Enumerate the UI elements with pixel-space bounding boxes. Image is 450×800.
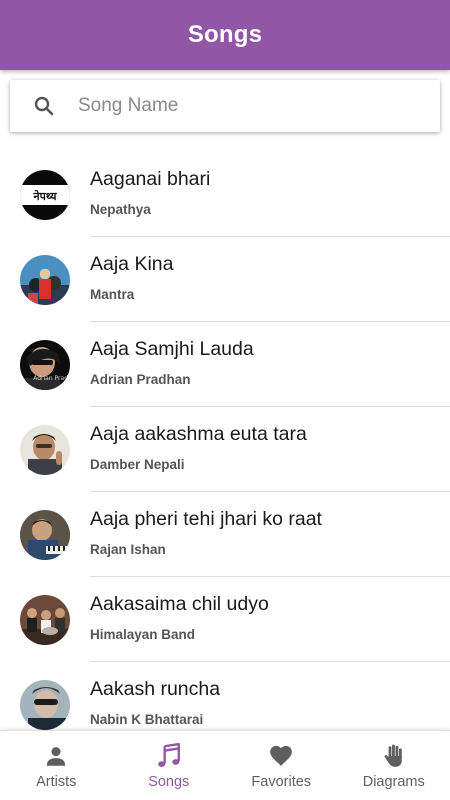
avatar: नेपथ्य xyxy=(20,170,70,220)
nav-label: Favorites xyxy=(251,774,312,790)
avatar-logo-text: नेपथ्य xyxy=(33,189,58,203)
nav-label: Songs xyxy=(148,774,190,790)
nav-label: Diagrams xyxy=(362,774,425,790)
bottom-navigation: Artists Songs Favorites Diagrams xyxy=(0,730,450,800)
song-artist: Adrian Pradhan xyxy=(90,372,191,387)
list-item[interactable]: Aakasaima chil udyo Himalayan Band xyxy=(0,577,450,662)
heart-icon xyxy=(268,743,294,769)
nav-item-artists[interactable]: Artists xyxy=(0,731,113,800)
music-note-icon xyxy=(156,743,182,769)
nav-item-diagrams[interactable]: Diagrams xyxy=(338,731,450,800)
nav-item-songs[interactable]: Songs xyxy=(113,731,226,800)
avatar xyxy=(20,510,70,560)
song-title: Aaja pheri tehi jhari ko raat xyxy=(90,508,322,530)
avatar xyxy=(20,255,70,305)
list-item[interactable]: Aaja pheri tehi jhari ko raat Rajan Isha… xyxy=(0,492,450,577)
search-icon xyxy=(32,94,56,118)
avatar xyxy=(20,425,70,475)
song-title: Aakasaima chil udyo xyxy=(90,593,269,615)
song-artist: Nabin K Bhattarai xyxy=(90,712,204,727)
song-list: नेपथ्य Aaganai bhari Nepathya Aaja Kina … xyxy=(0,152,450,730)
song-title: Aaja Kina xyxy=(90,253,174,275)
list-item[interactable]: Aakash runcha Nabin K Bhattarai xyxy=(0,662,450,730)
nav-label: Artists xyxy=(36,774,77,790)
list-item[interactable]: Aaja Kina Mantra xyxy=(0,237,450,322)
song-title: Aaja aakashma euta tara xyxy=(90,423,307,445)
list-item[interactable]: Adrian Prad Aaja Samjhi Lauda Adrian Pra… xyxy=(0,322,450,407)
hand-icon xyxy=(381,743,407,769)
song-artist: Damber Nepali xyxy=(90,457,185,472)
nav-item-favorites[interactable]: Favorites xyxy=(225,731,338,800)
song-artist: Rajan Ishan xyxy=(90,542,166,557)
person-icon xyxy=(43,743,69,769)
song-artist: Himalayan Band xyxy=(90,627,196,642)
song-title: Aakash runcha xyxy=(90,678,221,700)
list-item[interactable]: नेपथ्य Aaganai bhari Nepathya xyxy=(0,152,450,237)
avatar: Adrian Prad xyxy=(20,340,70,390)
song-title: Aaganai bhari xyxy=(90,168,211,190)
song-artist: Mantra xyxy=(90,287,135,302)
search-input[interactable] xyxy=(78,86,418,126)
song-title: Aaja Samjhi Lauda xyxy=(90,338,254,360)
page-title: Songs xyxy=(187,21,263,48)
search-bar[interactable] xyxy=(10,80,440,132)
list-item[interactable]: Aaja aakashma euta tara Damber Nepali xyxy=(0,407,450,492)
app-bar: Songs xyxy=(0,0,450,70)
avatar-caption-text: Adrian Prad xyxy=(33,375,68,382)
song-artist: Nepathya xyxy=(90,202,151,217)
avatar xyxy=(20,595,70,645)
avatar xyxy=(20,680,70,730)
